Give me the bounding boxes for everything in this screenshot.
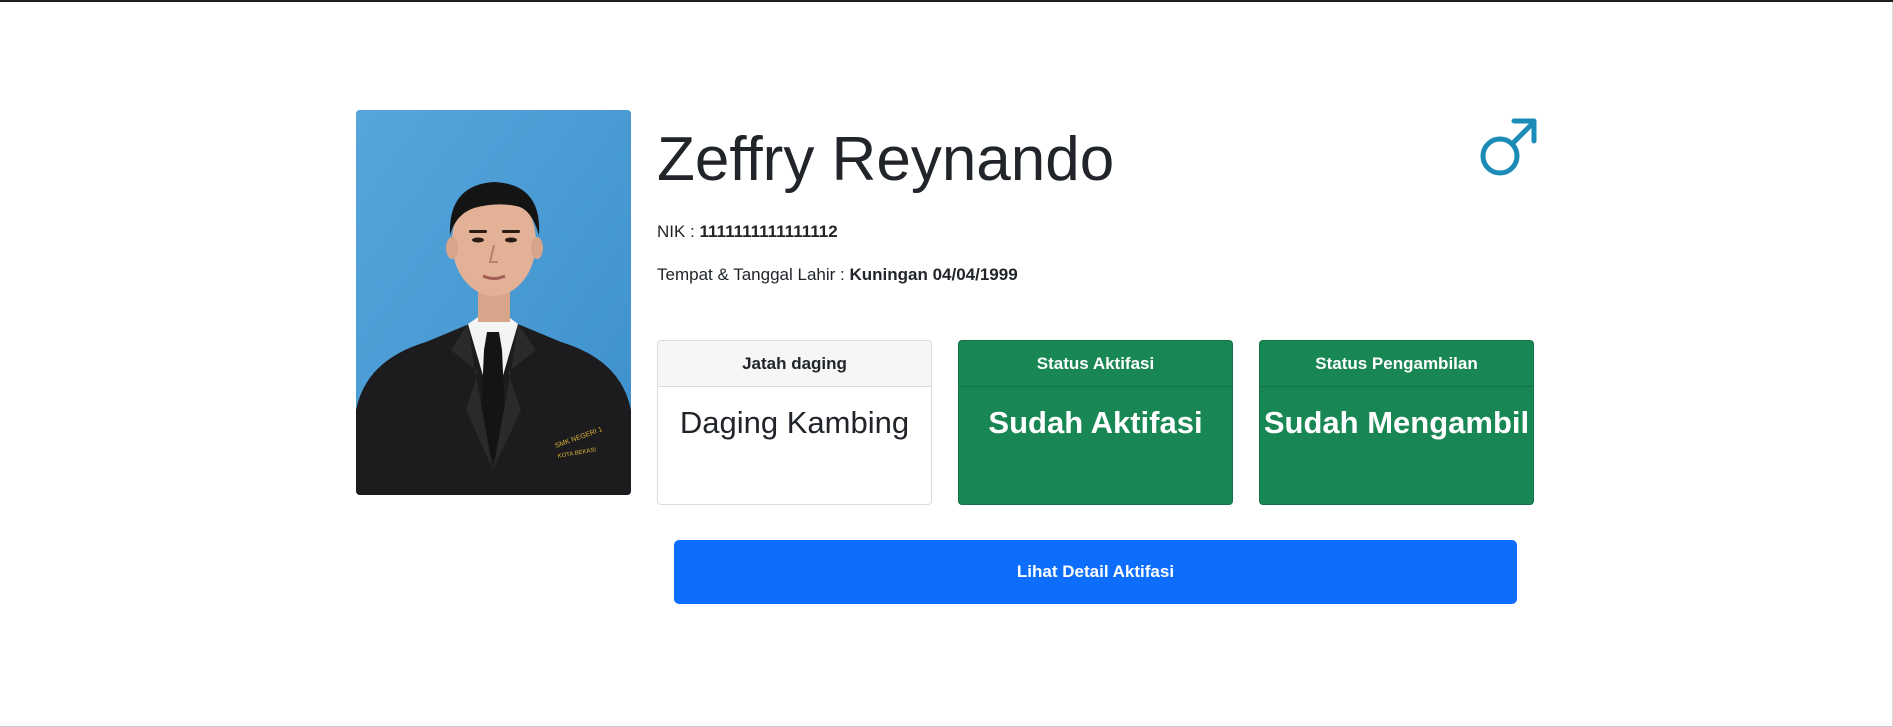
pickup-status-header: Status Pengambilan	[1260, 341, 1533, 387]
portrait-illustration: SMK NEGERI 1 KOTA BEKASI	[356, 110, 631, 495]
activation-status-value: Sudah Aktifasi	[988, 405, 1203, 440]
profile-photo: SMK NEGERI 1 KOTA BEKASI	[356, 110, 631, 495]
male-icon	[1480, 118, 1537, 176]
activation-status-card: Status Aktifasi Sudah Aktifasi	[958, 340, 1233, 505]
nik-value: 1111111111111112	[699, 222, 838, 241]
nik-row: NIK : 1111111111111112	[657, 220, 838, 244]
page: SMK NEGERI 1 KOTA BEKASI Zeffry Reynando	[0, 0, 1893, 727]
view-activation-detail-button[interactable]: Lihat Detail Aktifasi	[674, 540, 1517, 604]
pickup-status-card: Status Pengambilan Sudah Mengambil	[1259, 340, 1534, 505]
nik-label: NIK :	[657, 222, 700, 241]
birth-info-label: Tempat & Tanggal Lahir :	[657, 265, 850, 284]
pickup-status-value: Sudah Mengambil	[1263, 405, 1530, 440]
meat-allocation-value: Daging Kambing	[679, 405, 910, 440]
meat-allocation-header: Jatah daging	[658, 341, 931, 387]
birth-info-row: Tempat & Tanggal Lahir : Kuningan 04/04/…	[657, 263, 1018, 287]
birth-info-value: Kuningan 04/04/1999	[849, 265, 1018, 284]
activation-status-header: Status Aktifasi	[959, 341, 1232, 387]
meat-allocation-card: Jatah daging Daging Kambing	[657, 340, 932, 505]
person-name: Zeffry Reynando	[657, 125, 1115, 194]
